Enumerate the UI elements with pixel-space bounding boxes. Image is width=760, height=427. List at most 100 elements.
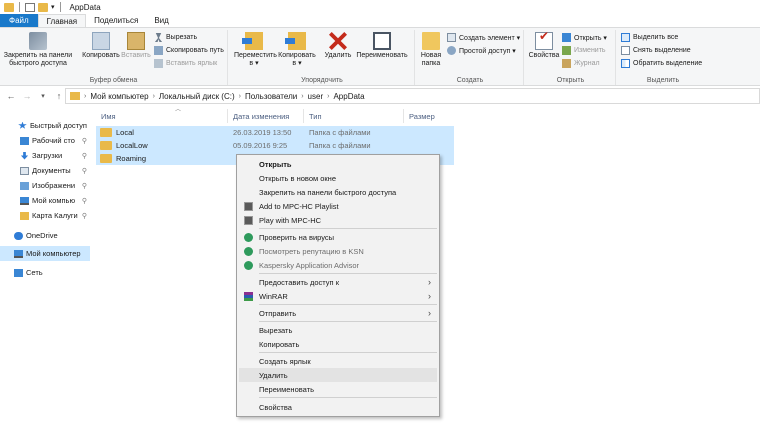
menu-item-winrar[interactable]: WinRAR › (239, 289, 437, 303)
edit-icon (562, 46, 571, 55)
open-button[interactable]: Открыть ▾ (562, 33, 607, 42)
pin-icon[interactable]: ⚲ (82, 152, 87, 160)
pin-icon[interactable]: ⚲ (82, 197, 87, 205)
paste-shortcut-button[interactable]: Вставить ярлык (154, 59, 217, 68)
menu-item-label: Посмотреть репутацию в KSN (259, 246, 364, 256)
folder-icon (100, 128, 112, 137)
file-row-local[interactable]: Local 26.03.2019 13:50 Папка с файлами (96, 126, 454, 139)
column-header-type[interactable]: Тип (304, 109, 404, 123)
copy-to-button[interactable]: Копировать в ▾ (278, 32, 316, 68)
menu-item-pin-quick-access[interactable]: Закрепить на панели быстрого доступа (239, 185, 437, 199)
pin-quick-access-button[interactable]: Закрепить на панели быстрого доступа (2, 32, 74, 68)
breadcrumb-local-disk[interactable]: Локальный диск (C:) (159, 92, 235, 101)
pin-icon[interactable]: ⚲ (82, 137, 87, 145)
nav-item-label: Изображени (32, 181, 76, 190)
chevron-right-icon[interactable]: › (239, 93, 241, 100)
tab-home[interactable]: Главная (37, 14, 87, 27)
nav-item-desktop[interactable]: Рабочий сто ⚲ (0, 133, 90, 148)
properties-quick-icon[interactable] (25, 2, 35, 12)
nav-item-downloads[interactable]: Загрузки ⚲ (0, 148, 90, 163)
nav-item-onedrive[interactable]: OneDrive (0, 228, 90, 243)
menu-item-properties[interactable]: Свойства (239, 400, 437, 414)
pin-icon[interactable]: ⚲ (82, 167, 87, 175)
up-arrow-icon[interactable]: ↑ (54, 91, 64, 101)
edit-button[interactable]: Изменить (562, 46, 606, 55)
open-group-label: Открыть (556, 77, 585, 84)
address-bar[interactable]: › Мой компьютер › Локальный диск (C:) › … (65, 88, 760, 104)
breadcrumb-user[interactable]: user (308, 92, 324, 101)
paste-button[interactable]: Вставить (120, 32, 152, 60)
select-none-button[interactable]: Снять выделение (621, 46, 691, 55)
pin-icon[interactable]: ⚲ (82, 212, 87, 220)
menu-item-cut[interactable]: Вырезать (239, 323, 437, 337)
open-label: Открыть ▾ (574, 34, 607, 42)
menu-item-kaspersky-reputation[interactable]: Посмотреть репутацию в KSN (239, 244, 437, 258)
easy-access-button[interactable]: Простой доступ ▾ (447, 46, 516, 55)
rename-button[interactable]: Переименовать (354, 32, 410, 60)
nav-item-kaluga-map[interactable]: Карта Калуги ⚲ (0, 208, 90, 223)
menu-item-open[interactable]: Открыть (239, 157, 437, 171)
column-header-size[interactable]: Размер (404, 109, 464, 123)
tab-file[interactable]: Файл (0, 14, 38, 27)
cut-button[interactable]: Вырезать (154, 33, 197, 42)
delete-x-icon (329, 32, 347, 50)
tab-view[interactable]: Вид (146, 14, 176, 27)
pin-icon[interactable]: ⚲ (82, 182, 87, 190)
menu-item-kaspersky-advisor[interactable]: Kaspersky Application Advisor (239, 258, 437, 272)
quick-access-dropdown-icon[interactable]: ▾ (51, 3, 55, 11)
forward-arrow-icon[interactable]: → (22, 91, 32, 101)
nav-item-my-computer-pinned[interactable]: Мой компью ⚲ (0, 193, 90, 208)
column-header-name[interactable]: Имя (96, 109, 228, 123)
submenu-arrow-icon: › (428, 308, 431, 318)
back-arrow-icon[interactable]: ← (6, 91, 16, 101)
download-icon (20, 151, 29, 160)
menu-item-mpc-play[interactable]: Play with MPC-HC (239, 213, 437, 227)
column-header-date[interactable]: Дата изменения (228, 109, 304, 123)
nav-item-network[interactable]: Сеть (0, 265, 90, 280)
navigation-pane: Быстрый доступ Рабочий сто ⚲ Загрузки ⚲ … (0, 108, 90, 427)
copy-path-button[interactable]: Скопировать путь (154, 46, 224, 55)
move-to-button[interactable]: Переместить в ▾ (234, 32, 277, 68)
menu-item-copy[interactable]: Копировать (239, 337, 437, 351)
new-item-button[interactable]: Создать элемент ▾ (447, 33, 520, 42)
menu-item-delete[interactable]: Удалить (239, 368, 437, 382)
breadcrumb-appdata[interactable]: AppData (333, 92, 364, 101)
nav-item-my-computer[interactable]: Мой компьютер (0, 246, 90, 261)
menu-item-create-shortcut[interactable]: Создать ярлык (239, 354, 437, 368)
properties-icon (535, 32, 553, 50)
easy-access-label: Простой доступ ▾ (459, 47, 516, 55)
properties-button[interactable]: Свойства (528, 32, 560, 60)
folder-icon (70, 92, 80, 100)
menu-item-kaspersky-scan[interactable]: Проверить на вирусы (239, 230, 437, 244)
cloud-icon (14, 231, 23, 240)
breadcrumb-my-computer[interactable]: Мой компьютер (90, 92, 148, 101)
chevron-right-icon[interactable]: › (301, 93, 303, 100)
delete-button[interactable]: Удалить (324, 32, 352, 60)
menu-item-rename[interactable]: Переименовать (239, 382, 437, 396)
chevron-right-icon[interactable]: › (153, 93, 155, 100)
tab-share[interactable]: Поделиться (86, 14, 146, 27)
file-row-locallow[interactable]: LocalLow 05.09.2016 9:25 Папка с файлами (96, 139, 454, 152)
new-folder-quick-icon[interactable] (38, 2, 48, 12)
clipboard-group-label: Буфер обмена (89, 77, 138, 84)
nav-item-documents[interactable]: Документы ⚲ (0, 163, 90, 178)
copy-button[interactable]: Копировать (82, 32, 120, 60)
chevron-right-icon[interactable]: › (327, 93, 329, 100)
scissors-icon (154, 33, 163, 42)
menu-item-label: Kaspersky Application Advisor (259, 260, 360, 270)
history-button[interactable]: Журнал (562, 59, 600, 68)
menu-item-share-with[interactable]: Предоставить доступ к › (239, 275, 437, 289)
new-folder-button[interactable]: Новая папка (419, 32, 443, 68)
nav-item-quick-access[interactable]: Быстрый доступ (0, 118, 90, 133)
menu-item-mpc-add[interactable]: Add to MPC-HC Playlist (239, 199, 437, 213)
menu-item-open-new-window[interactable]: Открыть в новом окне (239, 171, 437, 185)
select-all-button[interactable]: Выделить все (621, 33, 678, 42)
menu-item-send-to[interactable]: Отправить › (239, 306, 437, 320)
new-group-label: Создать (456, 77, 484, 84)
nav-item-pictures[interactable]: Изображени ⚲ (0, 178, 90, 193)
properties-label: Свойства (528, 52, 560, 59)
recent-dropdown-icon[interactable]: ▾ (38, 92, 48, 100)
delete-label: Удалить (324, 52, 352, 59)
invert-selection-button[interactable]: Обратить выделение (621, 59, 702, 68)
breadcrumb-users[interactable]: Пользователи (245, 92, 297, 101)
